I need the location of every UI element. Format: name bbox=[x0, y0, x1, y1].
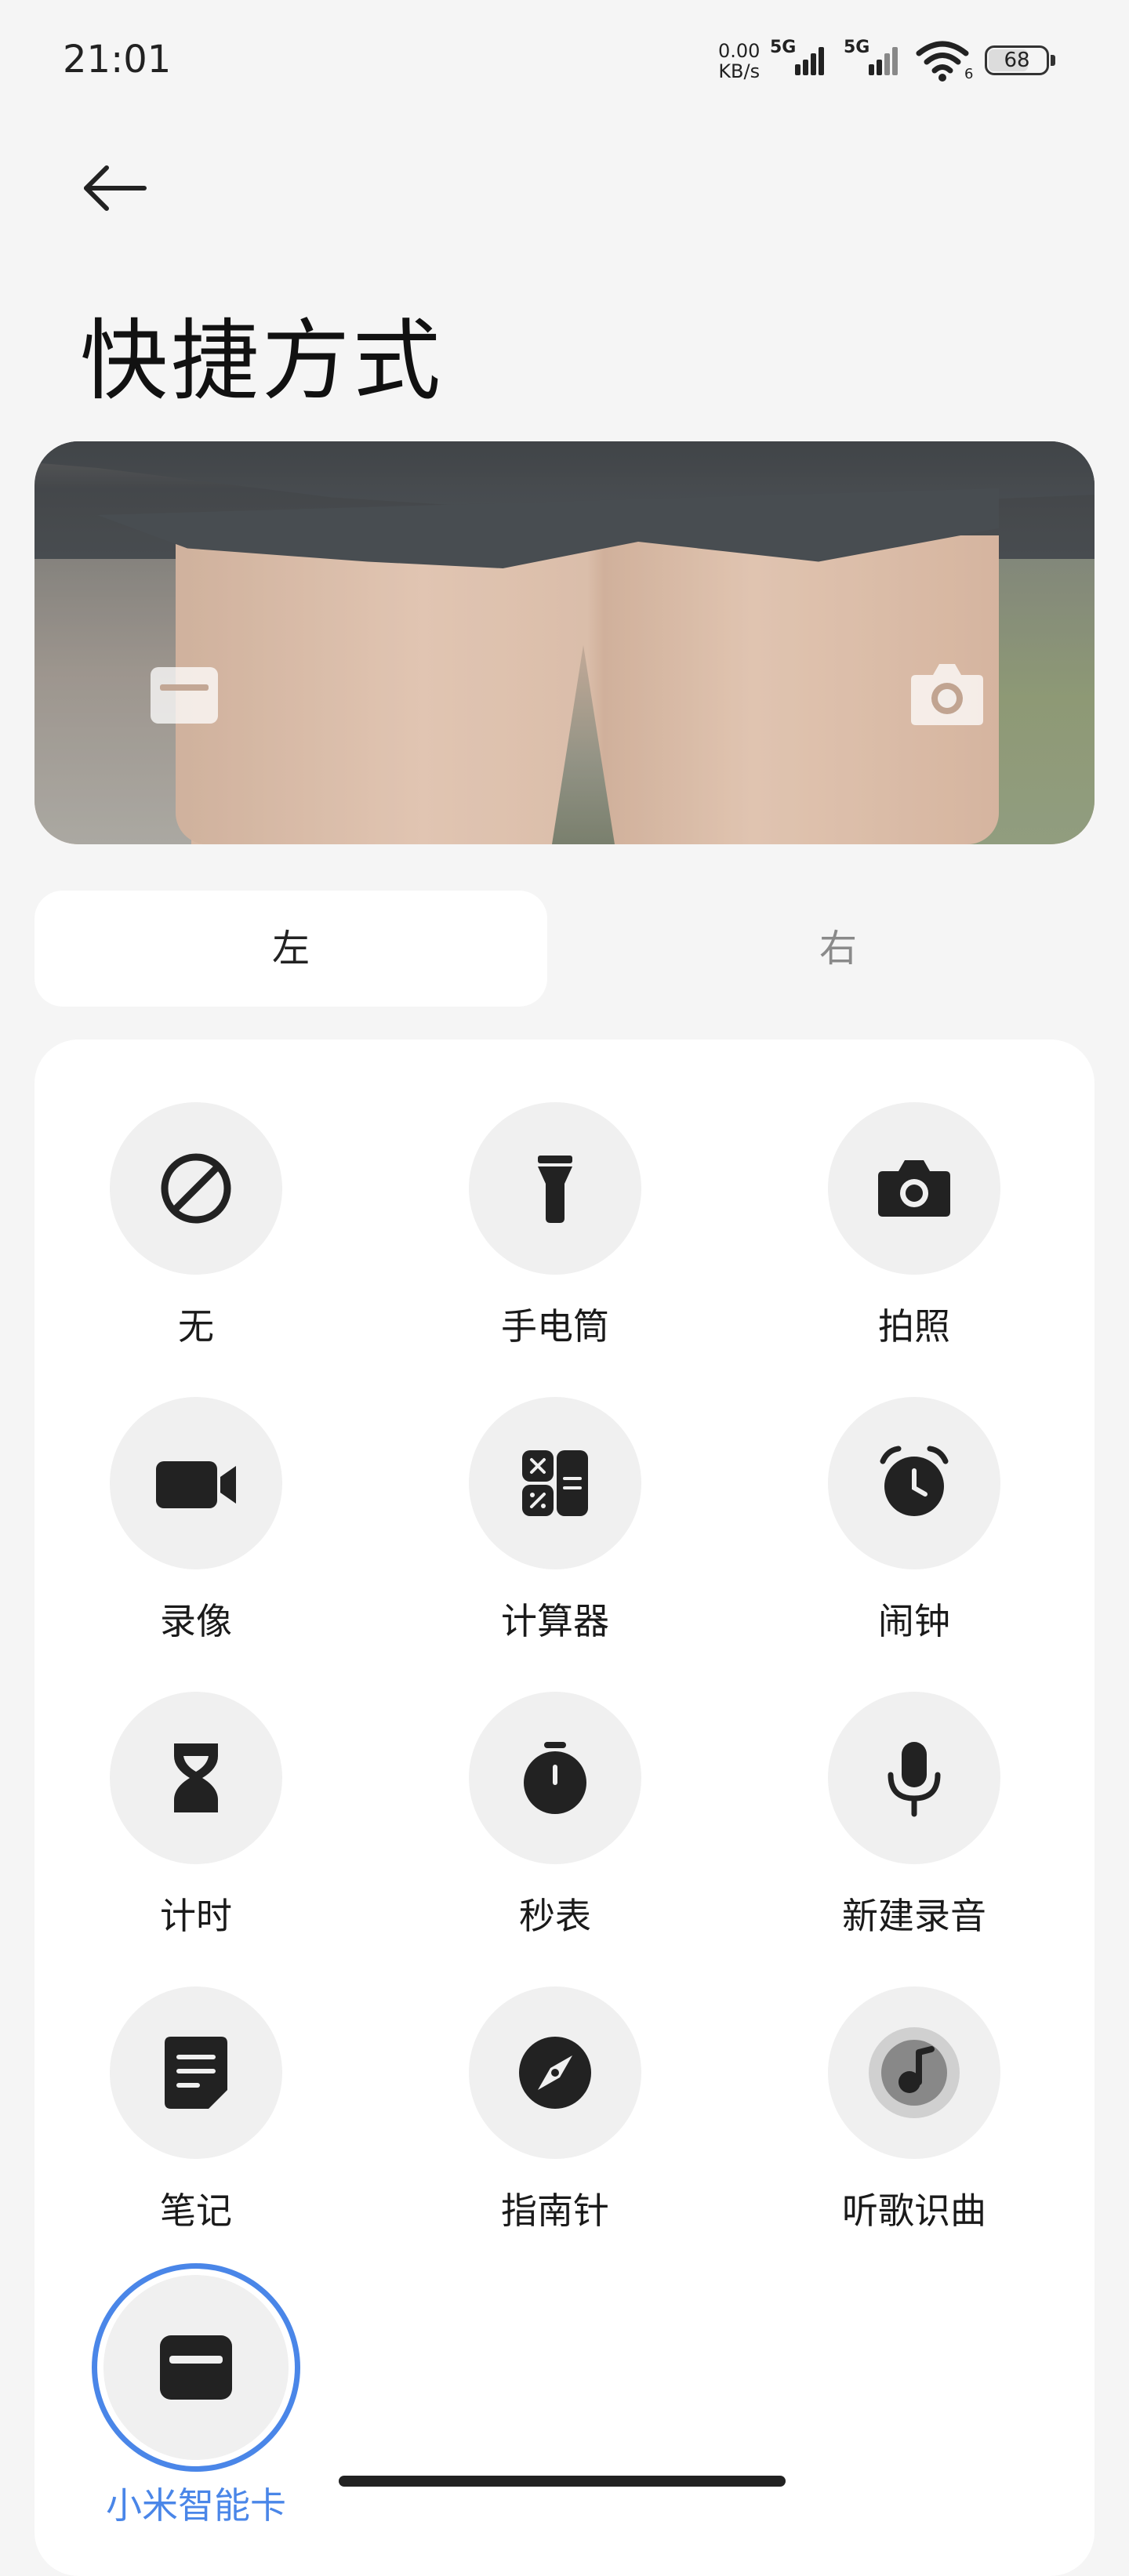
sim1-signal-icon: 5G bbox=[768, 38, 839, 82]
network-speed-value: 0.00 bbox=[718, 40, 761, 62]
option-label: 计算器 bbox=[501, 1600, 609, 1642]
option-label: 拍照 bbox=[878, 1305, 950, 1348]
tab-right[interactable]: 右 bbox=[582, 891, 1095, 1007]
option-label: 听歌识曲 bbox=[842, 2190, 986, 2232]
lockscreen-preview bbox=[34, 441, 1095, 844]
battery-icon: 68 bbox=[985, 45, 1058, 78]
preview-smart-card-icon bbox=[149, 664, 220, 727]
wifi-badge: 6 bbox=[964, 66, 974, 82]
flashlight-icon bbox=[469, 1102, 641, 1275]
battery-percent: 68 bbox=[1004, 49, 1030, 72]
wifi-icon: 6 bbox=[916, 39, 977, 86]
notes-icon bbox=[110, 1986, 282, 2159]
option-label: 小米智能卡 bbox=[106, 2484, 286, 2527]
microphone-icon bbox=[828, 1692, 1000, 1864]
network-speed: 0.00 KB/s bbox=[718, 41, 760, 82]
option-label: 闹钟 bbox=[878, 1600, 950, 1642]
preview-camera-icon bbox=[909, 659, 985, 727]
hourglass-icon bbox=[110, 1692, 282, 1864]
home-indicator[interactable] bbox=[339, 2476, 786, 2487]
option-label: 秒表 bbox=[519, 1895, 591, 1937]
option-label: 无 bbox=[178, 1305, 214, 1348]
tab-left[interactable]: 左 bbox=[34, 891, 547, 1007]
calculator-icon bbox=[469, 1397, 641, 1569]
back-button[interactable] bbox=[75, 154, 154, 232]
option-label: 笔记 bbox=[160, 2190, 232, 2232]
camera-icon bbox=[828, 1102, 1000, 1275]
video-icon bbox=[110, 1397, 282, 1569]
option-label: 指南针 bbox=[501, 2190, 609, 2232]
sim2-signal-icon: 5G bbox=[842, 38, 913, 82]
compass-icon bbox=[469, 1986, 641, 2159]
option-label: 手电筒 bbox=[501, 1305, 609, 1348]
smart-card-icon bbox=[103, 2275, 289, 2460]
clock: 21:01 bbox=[63, 38, 172, 82]
status-bar: 21:01 0.00 KB/s 5G 5G 6 68 bbox=[0, 0, 1129, 125]
alarm-icon bbox=[828, 1397, 1000, 1569]
option-label: 新建录音 bbox=[842, 1895, 986, 1937]
shortcut-options-card: 无 手电筒 拍照 录像 计算器 闹钟 计时 秒表 新建录音 笔记 指南针 听歌识… bbox=[34, 1039, 1095, 2576]
page-title: 快捷方式 bbox=[80, 310, 444, 412]
none-icon bbox=[110, 1102, 282, 1275]
stopwatch-icon bbox=[469, 1692, 641, 1864]
option-label: 计时 bbox=[160, 1895, 232, 1937]
network-speed-unit: KB/s bbox=[718, 60, 761, 82]
back-arrow-icon bbox=[84, 165, 147, 211]
music-recognition-icon bbox=[828, 1986, 1000, 2159]
option-label: 录像 bbox=[160, 1600, 232, 1642]
